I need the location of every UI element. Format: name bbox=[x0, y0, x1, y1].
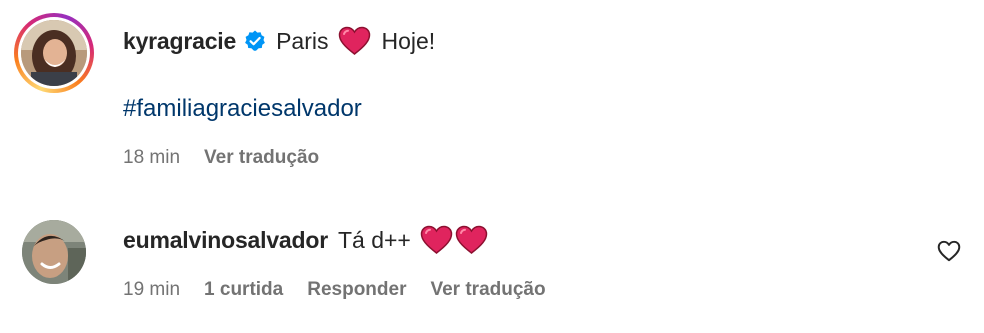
reply-button[interactable]: Responder bbox=[307, 279, 406, 301]
red-heart-emoji-icon bbox=[455, 225, 488, 255]
caption-timestamp[interactable]: 18 min bbox=[123, 147, 180, 169]
reply-avatar-photo bbox=[22, 220, 86, 284]
avatar bbox=[21, 20, 87, 86]
avatar-border bbox=[18, 17, 90, 89]
see-translation-button[interactable]: Ver tradução bbox=[204, 147, 319, 169]
caption-meta-row: 18 min Ver tradução bbox=[123, 147, 319, 169]
caption-text-hoje: Hoje! bbox=[381, 27, 436, 54]
red-heart-emoji-icon bbox=[420, 225, 453, 255]
caption-line: kyragracie Paris Hoje! bbox=[123, 23, 435, 59]
avatar-photo bbox=[21, 20, 87, 86]
reply-username[interactable]: eumalvinosalvador bbox=[123, 227, 328, 254]
reply-meta-row: 19 min 1 curtida Responder Ver tradução bbox=[123, 279, 546, 301]
red-heart-emoji-icon bbox=[338, 26, 371, 56]
see-translation-button[interactable]: Ver tradução bbox=[430, 279, 545, 301]
verified-badge-icon bbox=[243, 29, 267, 53]
hashtag-link[interactable]: #familiagraciesalvador bbox=[123, 95, 362, 123]
likes-count-button[interactable]: 1 curtida bbox=[204, 279, 283, 301]
story-ring-avatar[interactable] bbox=[14, 13, 94, 93]
reply-avatar[interactable] bbox=[22, 220, 86, 284]
reply-text: Tá d++ bbox=[337, 226, 411, 253]
caption-text-paris: Paris bbox=[276, 27, 329, 54]
caption-username[interactable]: kyragracie bbox=[123, 28, 236, 55]
heart-outline-icon[interactable] bbox=[936, 238, 962, 264]
reply-line: eumalvinosalvador Tá d++ bbox=[123, 222, 488, 258]
reply-timestamp[interactable]: 19 min bbox=[123, 279, 180, 301]
